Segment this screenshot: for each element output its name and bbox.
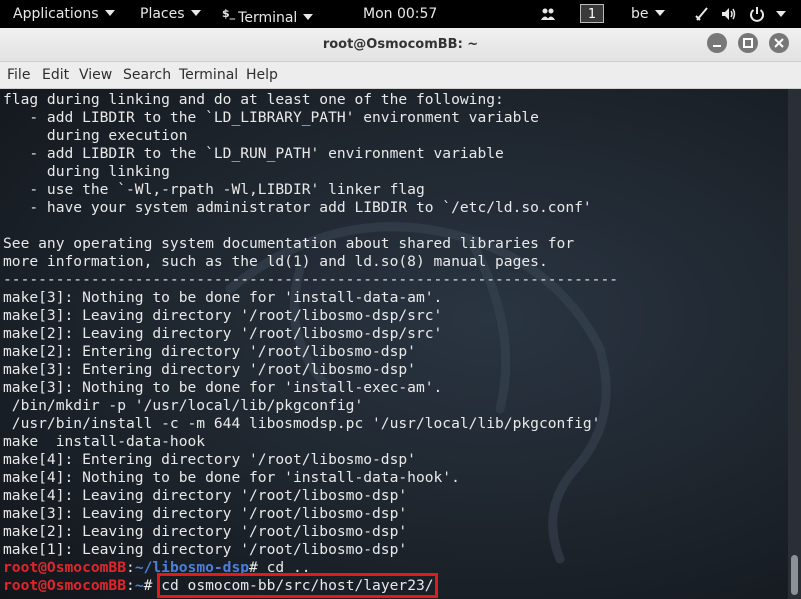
terminal-line: make[4]: Leaving directory '/root/libosm… xyxy=(3,487,408,504)
people-icon[interactable] xyxy=(540,6,556,22)
top-panel: Applications Places $_ Terminal Mon 00:57… xyxy=(0,0,801,28)
terminal-line: - use the `-Wl,-rpath -Wl,LIBDIR' linker… xyxy=(3,181,425,198)
power-icon[interactable] xyxy=(749,6,765,22)
keyboard-layout-menu[interactable]: be xyxy=(631,0,665,28)
minimize-icon xyxy=(713,45,721,47)
terminal-line: more information, such as the ld(1) and … xyxy=(3,253,548,270)
terminal-line: make[2]: Entering directory '/root/libos… xyxy=(3,343,416,360)
prompt-symbol: # xyxy=(143,577,162,594)
terminal-scrollbar[interactable] xyxy=(788,89,801,599)
prompt-path: ~/libosmo-dsp xyxy=(134,559,250,576)
terminal-line: make[3]: Nothing to be done for 'install… xyxy=(3,379,443,396)
prompt-path: ~ xyxy=(134,577,144,594)
places-menu[interactable]: Places xyxy=(140,0,201,28)
terminal-line: during execution xyxy=(3,127,188,144)
minimize-button[interactable] xyxy=(707,33,727,53)
chevron-down-icon[interactable] xyxy=(776,11,786,17)
terminal-line: make[4]: Entering directory '/root/libos… xyxy=(3,451,416,468)
highlighted-command[interactable]: cd osmocom-bb/src/host/layer23/ xyxy=(157,573,438,598)
prompt-colon: : xyxy=(126,559,135,576)
terminal-app-menu[interactable]: $_ Terminal xyxy=(222,0,314,28)
terminal-line: make[3]: Nothing to be done for 'install… xyxy=(3,289,443,306)
window-titlebar[interactable]: root@OsmocomBB: ~ xyxy=(0,28,801,62)
menu-view[interactable]: View xyxy=(79,67,112,83)
accessibility-icon[interactable] xyxy=(694,6,710,22)
terminal-line: /usr/bin/install -c -m 644 libosmodsp.pc… xyxy=(3,415,601,432)
terminal-line: - have your system administrator add LIB… xyxy=(3,199,592,216)
chevron-down-icon xyxy=(654,10,665,16)
terminal-line: during linking xyxy=(3,163,170,180)
applications-label: Applications xyxy=(13,6,99,22)
menu-bar: File Edit View Search Terminal Help xyxy=(0,62,801,89)
terminal-line: - add LIBDIR to the `LD_RUN_PATH' enviro… xyxy=(3,145,504,162)
chevron-down-icon xyxy=(190,10,201,16)
prompt-line: root@OsmocomBB:~/libosmo-dsp# cd .. xyxy=(3,559,618,577)
scrollbar-thumb[interactable] xyxy=(791,555,798,595)
terminal-app-icon: $_ xyxy=(222,7,236,20)
prompt-user-host: root@OsmocomBB xyxy=(3,577,127,594)
places-label: Places xyxy=(140,6,185,22)
close-icon xyxy=(774,38,784,48)
terminal-line: make[4]: Nothing to be done for 'install… xyxy=(3,469,460,486)
workspace-indicator[interactable]: 1 xyxy=(580,4,604,23)
terminal-line: make[2]: Leaving directory '/root/libosm… xyxy=(3,325,443,342)
terminal-lines: flag during linking and do at least one … xyxy=(3,91,619,598)
close-button[interactable] xyxy=(769,33,789,53)
maximize-icon xyxy=(743,38,753,48)
terminal-line: See any operating system documentation a… xyxy=(3,235,575,252)
prompt-line[interactable]: root@OsmocomBB:~# cd osmocom-bb/src/host… xyxy=(3,573,618,598)
terminal-line: make[3]: Entering directory '/root/libos… xyxy=(3,361,416,378)
terminal-output[interactable]: flag during linking and do at least one … xyxy=(0,89,788,599)
prompt-symbol: # xyxy=(249,559,267,576)
menu-help[interactable]: Help xyxy=(246,67,278,83)
terminal-line: flag during linking and do at least one … xyxy=(3,91,504,108)
prompt-colon: : xyxy=(126,577,135,594)
chevron-down-icon xyxy=(104,10,115,16)
applications-menu[interactable]: Applications xyxy=(13,0,115,28)
terminal-line: make[3]: Leaving directory '/root/libosm… xyxy=(3,505,408,522)
keyboard-layout-label: be xyxy=(631,6,649,22)
menu-edit[interactable]: Edit xyxy=(42,67,69,83)
terminal-app-label: Terminal xyxy=(238,10,298,26)
menu-search[interactable]: Search xyxy=(123,67,171,83)
volume-icon[interactable] xyxy=(720,6,738,22)
prompt-user-host: root@OsmocomBB xyxy=(3,559,127,576)
menu-terminal[interactable]: Terminal xyxy=(179,67,238,83)
terminal-line: make[3]: Leaving directory '/root/libosm… xyxy=(3,307,443,324)
menu-file[interactable]: File xyxy=(7,67,30,83)
terminal-line: ----------------------------------------… xyxy=(3,271,619,288)
terminal-line: /bin/mkdir -p '/usr/local/lib/pkgconfig' xyxy=(3,397,364,414)
terminal-line: make[2]: Leaving directory '/root/libosm… xyxy=(3,523,408,540)
terminal-line: - add LIBDIR to the `LD_LIBRARY_PATH' en… xyxy=(3,109,539,126)
terminal-line: make install-data-hook xyxy=(3,433,206,450)
clock[interactable]: Mon 00:57 xyxy=(363,0,437,28)
chevron-down-icon xyxy=(303,14,314,20)
window-title: root@OsmocomBB: ~ xyxy=(322,37,479,52)
prompt-command: cd .. xyxy=(266,559,311,576)
terminal-line: make[1]: Leaving directory '/root/libosm… xyxy=(3,541,408,558)
maximize-button[interactable] xyxy=(738,33,758,53)
